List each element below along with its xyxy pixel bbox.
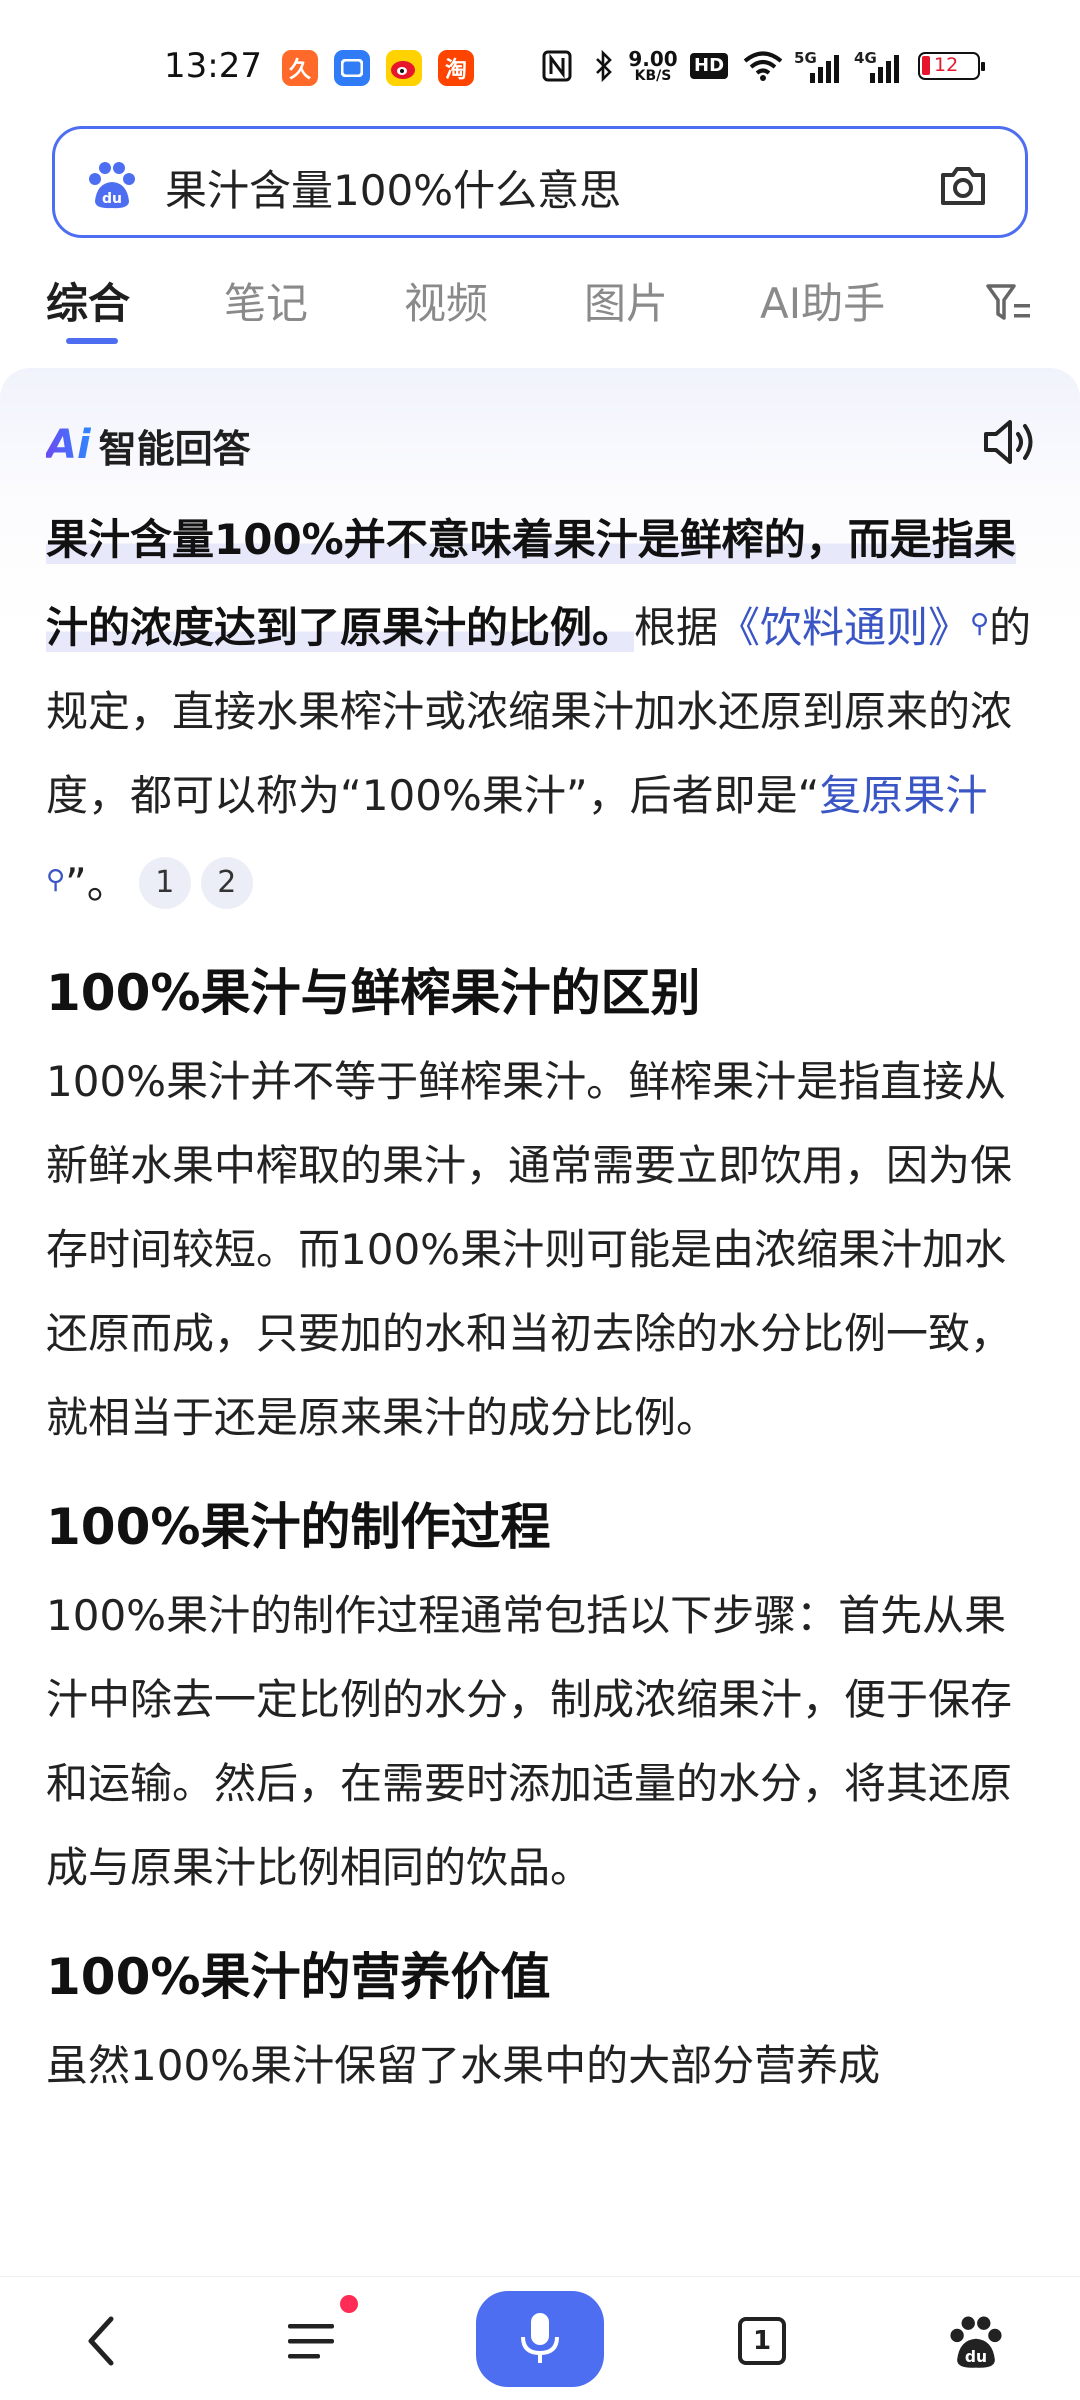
message-app-icon <box>334 50 370 86</box>
job-app-icon: 久 <box>282 50 318 86</box>
menu-icon[interactable] <box>284 2316 340 2366</box>
section-text: 虽然100%果汁保留了水果中的大部分营养成 <box>46 2041 881 2090</box>
ai-answer-content: 果汁含量100%并不意味着果汁是鲜榨的，而是指果汁的浓度达到了原果汁的比例。根据… <box>46 498 1036 2108</box>
filter-icon[interactable] <box>984 278 1034 328</box>
baidu-home-button[interactable]: du <box>936 2301 1016 2381</box>
speaker-icon[interactable] <box>980 412 1040 472</box>
section-text: 100%果汁并不等于鲜榨果汁。鲜榨果汁是指直接从新鲜水果中榨取的果汁，通常需要立… <box>46 1057 1013 1442</box>
taobao-icon: 淘 <box>438 50 474 86</box>
tab-count-icon[interactable]: 1 <box>738 2317 786 2365</box>
signal-5g: 5G <box>794 49 844 83</box>
svg-text:du: du <box>965 2348 987 2366</box>
baidu-paw-icon[interactable]: du <box>946 2311 1006 2371</box>
tab-notes[interactable]: 笔记 <box>224 270 308 331</box>
section-text: 100%果汁的制作过程通常包括以下步骤：首先从果汁中除去一定比例的水分，制成浓缩… <box>46 1591 1013 1892</box>
reference-badge-2[interactable]: 2 <box>200 857 253 909</box>
section-title: 100%果汁与鲜榨果汁的区别 <box>46 964 701 1022</box>
search-small-icon[interactable]: ⚲ <box>970 609 989 639</box>
notification-dot <box>340 2295 358 2313</box>
tab-all[interactable]: 综合 <box>46 270 130 331</box>
back-button[interactable] <box>62 2301 142 2381</box>
section-title: 100%果汁的制作过程 <box>46 1498 551 1556</box>
back-arrow-icon[interactable] <box>77 2311 127 2371</box>
weibo-icon <box>386 50 422 86</box>
answer-text: ”。 <box>65 859 129 908</box>
search-bar[interactable]: du 果汁含量100%什么意思 <box>52 126 1028 238</box>
active-tab-indicator <box>66 338 118 344</box>
wifi-icon <box>743 51 783 81</box>
bottom-nav: 1 du <box>0 2276 1080 2400</box>
speed-unit: KB/S <box>634 68 672 84</box>
ai-answer-card: Ai 智能回答 果汁含量100%并不意味着果汁是鲜榨的，而是指果汁的浓度达到了原… <box>0 368 1080 2268</box>
signal-bars-icon <box>870 55 900 83</box>
search-tabs: 综合 笔记 视频 图片 AI助手 <box>0 258 1080 348</box>
camera-icon[interactable] <box>935 157 991 213</box>
search-input[interactable]: 果汁含量100%什么意思 <box>165 157 621 218</box>
battery-level: 12 <box>934 54 959 76</box>
tab-ai-assistant[interactable]: AI助手 <box>760 270 885 331</box>
tabs-button[interactable]: 1 <box>722 2301 802 2381</box>
baidu-paw-icon[interactable]: du <box>85 157 139 211</box>
voice-search-button[interactable] <box>476 2291 604 2387</box>
ai-logo: Ai <box>46 422 91 468</box>
network-speed: 9.00 KB/S <box>628 49 678 83</box>
nfc-icon <box>542 50 572 82</box>
signal-4g: 4G <box>854 49 904 83</box>
beverage-standard-link[interactable]: 《饮料通则》 <box>718 603 970 652</box>
clock: 13:27 <box>164 46 262 86</box>
hd-badge: HD <box>690 53 729 79</box>
ai-answer-header: Ai 智能回答 <box>46 420 251 471</box>
search-small-icon[interactable]: ⚲ <box>46 865 65 895</box>
status-icons: 9.00 KB/S HD 5G 4G 12 <box>542 44 986 88</box>
reconstituted-juice-link[interactable]: 复原果汁 <box>819 771 987 820</box>
microphone-icon[interactable] <box>515 2309 565 2369</box>
battery-icon: 12 <box>918 52 986 80</box>
answer-text: 根据 <box>634 603 719 652</box>
ai-answer-title: 智能回答 <box>98 426 251 471</box>
svg-text:du: du <box>102 191 122 207</box>
status-bar: 13:27 久 淘 9.00 KB/S HD 5G 4G 12 <box>0 0 1080 120</box>
bluetooth-icon <box>596 50 612 82</box>
section-title: 100%果汁的营养价值 <box>46 1948 551 2006</box>
answer-intro: 果汁含量100%并不意味着果汁是鲜榨的，而是指果汁的浓度达到了原果汁的比例。根据… <box>46 498 1036 926</box>
reference-badge-1[interactable]: 1 <box>138 857 191 909</box>
tab-images[interactable]: 图片 <box>584 270 668 331</box>
tab-videos[interactable]: 视频 <box>404 270 488 331</box>
speed-value: 9.00 <box>628 47 678 71</box>
menu-button[interactable] <box>272 2301 352 2381</box>
signal-bars-icon <box>810 55 840 83</box>
